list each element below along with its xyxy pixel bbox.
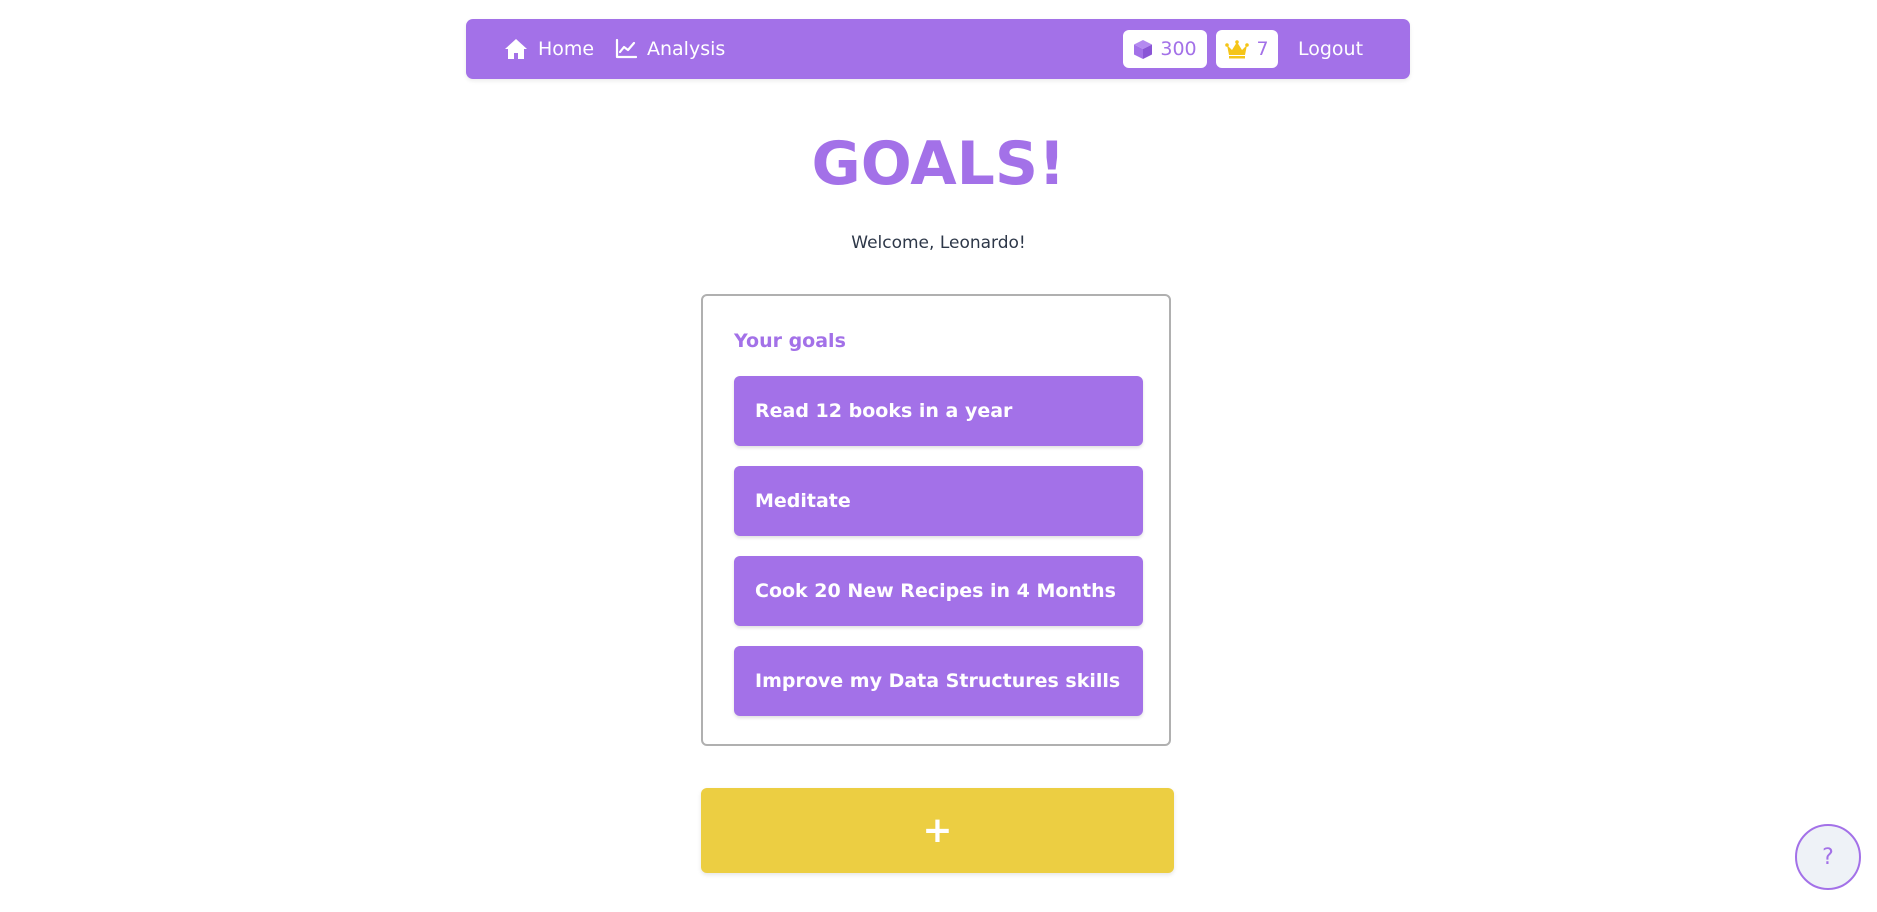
crowns-count: 7 xyxy=(1256,38,1269,60)
goal-item[interactable]: Read 12 books in a year xyxy=(734,376,1143,446)
goal-item[interactable]: Improve my Data Structures skills xyxy=(734,646,1143,716)
nav-analysis-link[interactable]: Analysis xyxy=(615,19,725,79)
goal-item[interactable]: Meditate xyxy=(734,466,1143,536)
gems-count: 300 xyxy=(1160,38,1197,60)
crown-icon xyxy=(1225,39,1250,59)
nav-analysis-label: Analysis xyxy=(647,38,726,60)
page-title: GOALS! xyxy=(811,129,1066,199)
home-icon xyxy=(504,38,528,60)
logout-link[interactable]: Logout xyxy=(1298,19,1363,79)
crowns-counter: 7 xyxy=(1216,30,1278,68)
goal-item[interactable]: Cook 20 New Recipes in 4 Months xyxy=(734,556,1143,626)
chart-line-icon xyxy=(615,39,637,59)
welcome-message: Welcome, Leonardo! xyxy=(851,233,1026,253)
help-button[interactable]: ? xyxy=(1795,824,1861,890)
nav-home-label: Home xyxy=(538,38,595,60)
add-goal-button[interactable]: + xyxy=(701,788,1174,873)
goals-heading: Your goals xyxy=(734,330,846,352)
gems-counter: 300 xyxy=(1123,30,1207,68)
top-navbar: Home Analysis 300 7 Logout xyxy=(466,19,1410,79)
cube-icon xyxy=(1133,39,1153,60)
nav-home-link[interactable]: Home xyxy=(504,19,594,79)
page: Home Analysis 300 7 Logout GOALS! Welcom… xyxy=(0,0,1877,912)
goals-card: Your goals Read 12 books in a year Medit… xyxy=(701,294,1171,746)
